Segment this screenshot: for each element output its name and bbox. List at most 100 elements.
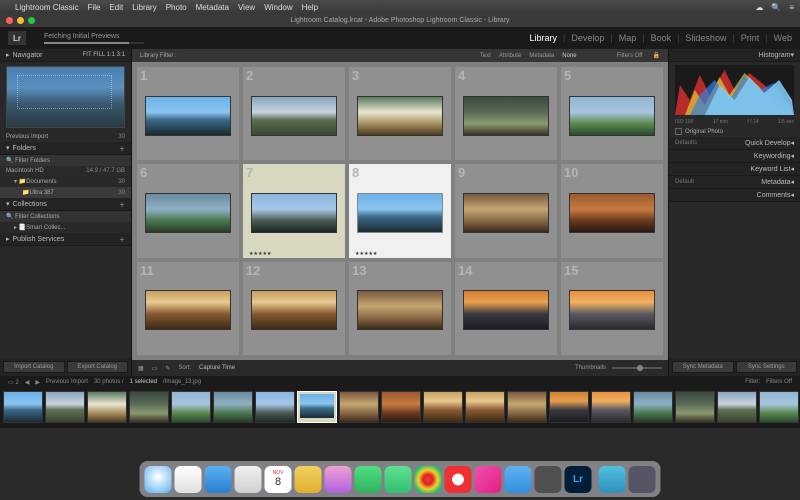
cc-status-icon[interactable]: ☁	[755, 3, 763, 12]
quickdevelop-header[interactable]: DefaultsQuick Develop ◂	[669, 137, 800, 150]
menu-file[interactable]: File	[88, 3, 101, 12]
dock-settings-icon[interactable]	[535, 466, 562, 493]
filmstrip-thumb[interactable]	[87, 391, 127, 423]
filmstrip-thumb[interactable]	[381, 391, 421, 423]
export-catalog-button[interactable]: Export Catalog	[67, 361, 129, 373]
module-web[interactable]: Web	[774, 33, 792, 43]
dock-reminders-icon[interactable]	[325, 466, 352, 493]
grid-cell-10[interactable]: 10	[561, 164, 663, 257]
grid-cell-7[interactable]: 7★★★★★	[243, 164, 345, 257]
filter-lock-icon[interactable]: 🔒	[653, 52, 660, 59]
grid-cell-1[interactable]: 1	[137, 67, 239, 160]
maximize-window-button[interactable]	[28, 17, 35, 24]
menu-view[interactable]: View	[238, 3, 255, 12]
menu-help[interactable]: Help	[302, 3, 318, 12]
grid-cell-13[interactable]: 13	[349, 262, 451, 355]
folder-filter-input[interactable]: 🔍 Filter Folders	[0, 155, 131, 166]
dock-safari-icon[interactable]	[175, 466, 202, 493]
filmstrip-thumb[interactable]	[759, 391, 799, 423]
filter-metadata[interactable]: Metadata	[529, 53, 554, 59]
module-slideshow[interactable]: Slideshow	[685, 33, 726, 43]
filmstrip-thumb[interactable]	[213, 391, 253, 423]
rating-stars[interactable]: ★★★★★	[355, 251, 377, 257]
grid-cell-15[interactable]: 15	[561, 262, 663, 355]
sync-settings-button[interactable]: Sync Settings	[736, 361, 798, 373]
dock-calendar-icon[interactable]: NOV8	[265, 466, 292, 493]
histogram-header[interactable]: Histogram ▾	[669, 49, 800, 62]
comments-header[interactable]: Comments ◂	[669, 189, 800, 202]
control-center-icon[interactable]: ≡	[789, 3, 794, 12]
navigator-header[interactable]: ▸ NavigatorFIT FILL 1:1 3:1	[0, 49, 131, 62]
folder-ultra387[interactable]: 📁 Ultra 38730	[0, 187, 131, 198]
keywording-header[interactable]: Keywording ◂	[669, 150, 800, 163]
catalog-previous-import[interactable]: Previous Import30	[0, 132, 131, 142]
grid-cell-9[interactable]: 9	[455, 164, 557, 257]
folder-documents[interactable]: ▾ 📁 Documents30	[0, 176, 131, 187]
filmstrip-thumb[interactable]	[549, 391, 589, 423]
grid-cell-14[interactable]: 14	[455, 262, 557, 355]
metadata-header[interactable]: DefaultMetadata ◂	[669, 176, 800, 189]
dock-finder-icon[interactable]	[145, 466, 172, 493]
dock-photos-icon[interactable]	[415, 466, 442, 493]
minimize-window-button[interactable]	[17, 17, 24, 24]
filmstrip-thumb[interactable]	[465, 391, 505, 423]
module-develop[interactable]: Develop	[571, 33, 604, 43]
dock-notes-icon[interactable]	[295, 466, 322, 493]
filmstrip-thumb[interactable]	[423, 391, 463, 423]
filmstrip-thumb[interactable]	[507, 391, 547, 423]
filmstrip-thumb[interactable]	[633, 391, 673, 423]
module-library[interactable]: Library	[529, 33, 557, 43]
menu-metadata[interactable]: Metadata	[196, 3, 229, 12]
module-print[interactable]: Print	[741, 33, 760, 43]
menu-window[interactable]: Window	[264, 3, 292, 12]
import-catalog-button[interactable]: Import Catalog	[3, 361, 65, 373]
grid-cell-5[interactable]: 5	[561, 67, 663, 160]
dock-contacts-icon[interactable]	[235, 466, 262, 493]
filmstrip-thumb[interactable]	[591, 391, 631, 423]
dock-news-icon[interactable]	[445, 466, 472, 493]
filter-none[interactable]: None	[562, 53, 576, 59]
filmstrip[interactable]	[0, 388, 800, 428]
nav-fwd-icon[interactable]: ▶	[35, 379, 40, 386]
grid-view-icon[interactable]: ▦	[138, 365, 144, 372]
sort-dropdown[interactable]: Capture Time	[199, 365, 235, 371]
collection-filter-input[interactable]: 🔍 Filter Collections	[0, 211, 131, 222]
publish-header[interactable]: ▸ Publish Services＋	[0, 233, 131, 246]
filmstrip-thumb[interactable]	[129, 391, 169, 423]
filmstrip-thumb[interactable]	[255, 391, 295, 423]
dock-mail-icon[interactable]	[205, 466, 232, 493]
keywordlist-header[interactable]: Keyword List ◂	[669, 163, 800, 176]
second-window-icon[interactable]: ▭ 2	[8, 379, 19, 386]
volume-row[interactable]: Macintosh HD14.9 / 47.7 GB	[0, 166, 131, 176]
menu-library[interactable]: Library	[132, 3, 156, 12]
menu-photo[interactable]: Photo	[166, 3, 187, 12]
thumbnail-size-slider[interactable]	[612, 367, 662, 369]
dock-downloads-icon[interactable]	[599, 466, 626, 493]
filmstrip-thumb[interactable]	[3, 391, 43, 423]
dock-messages-icon[interactable]	[355, 466, 382, 493]
grid-cell-2[interactable]: 2	[243, 67, 345, 160]
filmstrip-thumb-selected[interactable]	[297, 391, 337, 423]
collections-header[interactable]: ▾ Collections＋	[0, 198, 131, 211]
dock-trash-icon[interactable]	[629, 466, 656, 493]
spotlight-icon[interactable]: 🔍	[771, 3, 781, 12]
dock-music-icon[interactable]	[475, 466, 502, 493]
dock-lightroom-icon[interactable]: Lr	[565, 466, 592, 493]
filmstrip-thumb[interactable]	[675, 391, 715, 423]
filter-text[interactable]: Text	[480, 53, 491, 59]
grid-cell-3[interactable]: 3	[349, 67, 451, 160]
close-window-button[interactable]	[6, 17, 13, 24]
grid-cell-11[interactable]: 11	[137, 262, 239, 355]
filters-off-strip[interactable]: Filters Off	[766, 379, 792, 385]
sync-metadata-button[interactable]: Sync Metadata	[672, 361, 734, 373]
grid-cell-12[interactable]: 12	[243, 262, 345, 355]
filmstrip-thumb[interactable]	[45, 391, 85, 423]
rating-stars[interactable]: ★★★★★	[249, 251, 271, 257]
folders-header[interactable]: ▾ Folders＋	[0, 142, 131, 155]
grid-cell-6[interactable]: 6	[137, 164, 239, 257]
dock-appstore-icon[interactable]	[505, 466, 532, 493]
grid-cell-8-selected[interactable]: 8★★★★★	[349, 164, 451, 257]
filmstrip-thumb[interactable]	[171, 391, 211, 423]
painter-icon[interactable]: ✎	[165, 365, 170, 372]
smart-collections[interactable]: ▸ 📑 Smart Collec...	[0, 222, 131, 233]
